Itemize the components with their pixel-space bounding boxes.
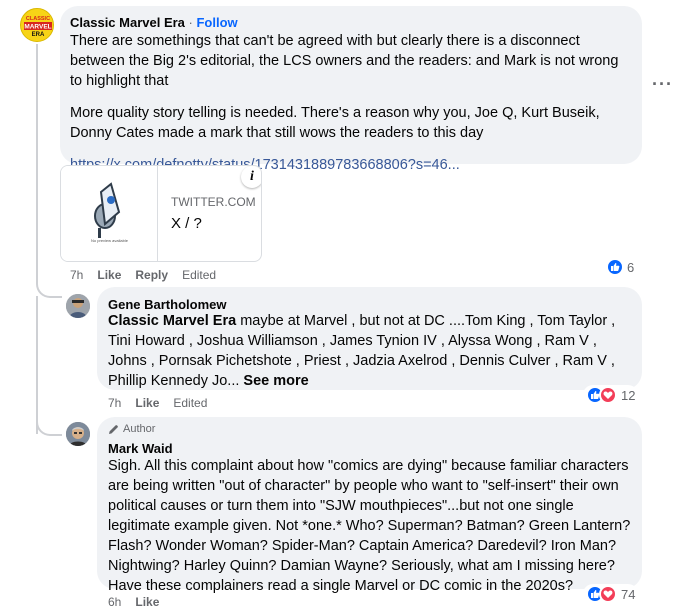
author-name[interactable]: Mark Waid (108, 441, 173, 457)
avatar[interactable] (66, 422, 90, 446)
timestamp[interactable]: 7h (70, 268, 83, 282)
author-badge: Author (108, 423, 155, 435)
comment-actions: 6h Like (108, 595, 159, 609)
reply-thread-line (36, 44, 38, 280)
comment-actions: 7h Like Edited (108, 396, 207, 410)
timestamp[interactable]: 6h (108, 595, 121, 609)
like-button[interactable]: Like (135, 595, 159, 609)
svg-text:CLASSIC: CLASSIC (26, 16, 50, 22)
comment-text: There are somethings that can't be agree… (70, 31, 630, 175)
comment-header: Classic Marvel Era · Follow (70, 15, 238, 31)
no-preview-icon (94, 182, 121, 238)
classic-marvel-era-logo: CLASSIC MARVEL ERA (21, 9, 53, 41)
author-badge-label: Author (123, 423, 156, 435)
preview-image: No preview available (61, 166, 158, 261)
info-icon[interactable]: i (241, 166, 261, 188)
see-more-link[interactable]: See more (239, 373, 308, 389)
author-name[interactable]: Classic Marvel Era (70, 15, 185, 30)
reply-thread-curve (36, 410, 62, 436)
like-button[interactable]: Like (135, 396, 159, 410)
person-photo-icon (66, 294, 90, 318)
reaction-count: 74 (621, 586, 636, 602)
like-reaction-icon (606, 258, 624, 276)
like-button[interactable]: Like (97, 268, 121, 282)
svg-text:MARVEL: MARVEL (24, 24, 51, 31)
reaction-summary[interactable]: 12 (583, 385, 639, 405)
reaction-summary[interactable]: 6 (606, 258, 634, 276)
avatar[interactable]: CLASSIC MARVEL ERA (20, 8, 54, 42)
comment-bubble: Author Mark Waid Sigh. All this complain… (97, 417, 642, 594)
edited-label: Edited (182, 268, 217, 282)
love-reaction-icon (599, 585, 617, 603)
preview-image-caption: No preview available (91, 238, 128, 243)
more-options-icon[interactable]: ··· (652, 74, 673, 95)
comment-text: Sigh. All this complaint about how "comi… (108, 458, 631, 594)
love-reaction-icon (599, 386, 617, 404)
reaction-count: 12 (621, 387, 636, 403)
preview-domain: TWITTER.COM (171, 195, 256, 209)
person-photo-icon (66, 422, 90, 446)
follow-button[interactable]: Follow (196, 15, 237, 30)
avatar[interactable] (66, 294, 90, 318)
reply-button[interactable]: Reply (135, 268, 168, 282)
comment-actions: 7h Like Reply Edited (70, 268, 216, 282)
svg-text:ERA: ERA (32, 32, 45, 38)
mention-tag[interactable]: Classic Marvel Era (108, 313, 236, 329)
reply-thread-curve (36, 272, 62, 298)
info-glyph: i (250, 169, 254, 184)
comment-paragraph: More quality story telling is needed. Th… (70, 105, 600, 141)
reaction-count: 6 (627, 259, 635, 275)
preview-title: X / ? (171, 215, 202, 232)
comment-bubble: Gene Bartholomew Classic Marvel Era mayb… (97, 287, 642, 390)
pencil-icon (109, 424, 118, 434)
comment-bubble: Classic Marvel Era · Follow There are so… (60, 6, 642, 173)
link-preview-card[interactable]: No preview available TWITTER.COM X / ? i (60, 165, 262, 262)
edited-label: Edited (173, 396, 208, 410)
comment-paragraph: There are somethings that can't be agree… (70, 33, 619, 89)
reaction-summary[interactable]: 74 (583, 584, 639, 604)
comment-text: Classic Marvel Era maybe at Marvel , but… (108, 311, 633, 391)
timestamp[interactable]: 7h (108, 396, 121, 410)
